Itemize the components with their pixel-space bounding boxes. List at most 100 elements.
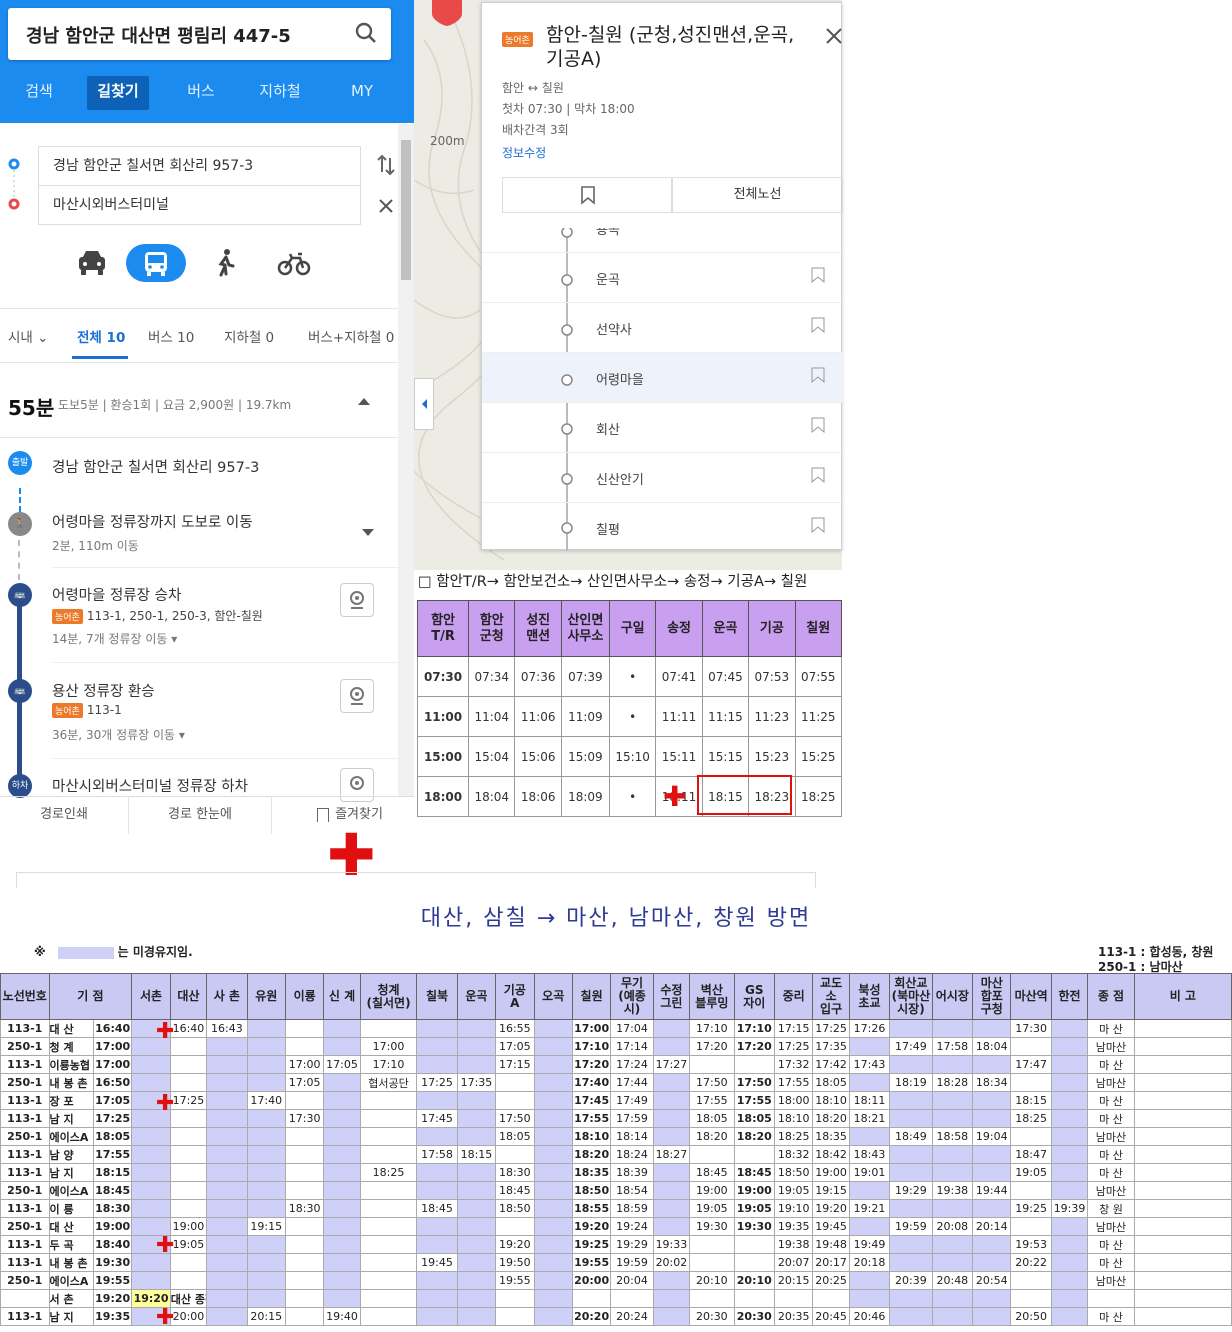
print-route-button[interactable]: 경로인쇄 <box>0 796 128 834</box>
expand-icon[interactable] <box>361 528 375 538</box>
table-cell: 19:05 <box>169 1235 208 1254</box>
table-cell: 17:59 <box>610 1109 654 1128</box>
legend-text: 는 미경유지임. <box>117 945 193 959</box>
destination-field[interactable]: 마산시외버스터미널 <box>38 185 361 225</box>
table-cell: 11:15 <box>701 696 750 737</box>
table-cell: 18:05 <box>733 1109 776 1128</box>
all-routes-button[interactable]: 전체노선 <box>672 177 843 213</box>
red-cross-mark: ✚ <box>156 1019 175 1044</box>
table-cell <box>1050 1127 1089 1146</box>
table-cell <box>533 1091 573 1110</box>
stop-name: 용곡 <box>596 228 620 238</box>
table-cell: 17:25 <box>92 1109 133 1128</box>
bookmark-icon[interactable] <box>811 517 825 533</box>
tab-directions[interactable]: 길찾기 <box>87 76 149 110</box>
filter-city[interactable]: 시내 ⌄ <box>8 326 48 346</box>
table-cell <box>1133 1235 1232 1254</box>
car-icon[interactable] <box>72 244 112 282</box>
filter-all[interactable]: 전체 10 <box>77 326 125 346</box>
board-step-label: 어령마을 정류장 승차 <box>52 588 182 604</box>
legend-swatch <box>57 946 114 959</box>
tab-search[interactable]: 검색 <box>14 76 64 110</box>
timetable-col-header: 무기 (예종시) <box>610 973 654 1020</box>
table-cell: 내 봉 촌 <box>48 1073 94 1092</box>
scrollbar[interactable] <box>398 124 414 796</box>
table-cell: 17:25 <box>812 1019 850 1038</box>
table-cell: 19:29 <box>610 1235 654 1254</box>
stop-item[interactable]: 운곡 <box>482 253 843 303</box>
table-cell <box>689 1145 735 1164</box>
table-cell <box>848 1217 891 1236</box>
table-cell: 18:28 <box>931 1073 974 1092</box>
table-cell <box>206 1307 248 1326</box>
panel-toggle[interactable] <box>414 378 434 430</box>
table-cell <box>889 1235 933 1254</box>
table-cell <box>733 1235 776 1254</box>
table-cell: 17:25 <box>169 1091 208 1110</box>
table-cell: 20:24 <box>610 1307 654 1326</box>
table-cell <box>1133 1019 1232 1038</box>
stop-item-highlighted[interactable]: 어령마을 <box>482 353 843 403</box>
popup-edit-link[interactable]: 정보수정 <box>502 144 546 161</box>
bookmark-icon[interactable] <box>811 417 825 433</box>
table-cell: 20:30 <box>733 1307 776 1326</box>
table-cell <box>131 1181 171 1200</box>
walk-icon[interactable] <box>206 244 246 282</box>
swap-icon[interactable] <box>377 154 395 176</box>
popup-bookmark-button[interactable] <box>502 177 672 213</box>
bookmark-icon[interactable] <box>811 467 825 483</box>
table-cell: 19:20 <box>92 1289 133 1308</box>
scrollbar-thumb[interactable] <box>401 140 411 280</box>
table-cell <box>169 1253 208 1272</box>
filter-bus-subway[interactable]: 버스+지하철 0 <box>308 326 394 346</box>
close-icon[interactable] <box>825 27 843 45</box>
table-cell: 16:40 <box>92 1019 133 1038</box>
clear-icon[interactable] <box>378 198 394 214</box>
stop-name: 운곡 <box>596 273 620 288</box>
stop-map-button[interactable] <box>340 583 374 617</box>
bookmark-icon[interactable] <box>811 267 825 283</box>
origin-field[interactable]: 경남 함안군 칠서면 회산리 957-3 <box>38 146 361 186</box>
stop-item[interactable]: 용곡 <box>482 228 843 253</box>
transfer-sub[interactable]: 36분, 30개 정류장 이동 ▾ <box>52 726 185 743</box>
table-cell: 남 지 <box>48 1307 94 1326</box>
route-overview-button[interactable]: 경로 한눈에 <box>128 796 272 834</box>
table-row: 113-1 이 룡 18:30 18:30 18:45 18:50 18:55 18:59 19… <box>0 1199 1232 1218</box>
tab-subway[interactable]: 지하철 <box>250 76 310 110</box>
transit-mode-button[interactable] <box>126 244 186 282</box>
table-cell: 20:00 <box>169 1307 208 1326</box>
table-cell: 19:40 <box>323 1307 361 1326</box>
search-query[interactable]: 경남 함안군 대산면 평림리 447-5 <box>26 22 291 48</box>
bookmark-icon[interactable] <box>811 367 825 383</box>
table-cell: 내 봉 촌 <box>48 1253 94 1272</box>
collapse-icon[interactable] <box>356 395 372 407</box>
map-marker-icon[interactable] <box>430 0 464 26</box>
stop-map-button[interactable] <box>340 679 374 713</box>
table-cell: 남마산 <box>1087 1181 1135 1200</box>
table-cell <box>889 1091 933 1110</box>
route-col-header: 운곡 <box>701 600 750 657</box>
table-cell: 17:49 <box>610 1091 654 1110</box>
table-cell: 18:25 <box>794 776 843 817</box>
board-sub[interactable]: 14분, 7개 정류장 이동 ▾ <box>52 630 177 647</box>
table-cell: 17:14 <box>610 1037 654 1056</box>
table-cell <box>323 1163 361 1182</box>
tab-bus[interactable]: 버스 <box>176 76 226 110</box>
bookmark-icon[interactable] <box>811 317 825 333</box>
table-cell <box>206 1091 248 1110</box>
red-cross-mark: ✚ <box>156 1091 175 1116</box>
search-box[interactable]: 경남 함안군 대산면 평림리 447-5 <box>8 8 391 60</box>
stop-item[interactable]: 회산 <box>482 403 843 453</box>
table-cell: 19:49 <box>848 1235 891 1254</box>
filter-subway[interactable]: 지하철 0 <box>224 326 274 346</box>
search-icon[interactable] <box>355 22 377 44</box>
bicycle-icon[interactable] <box>274 244 314 282</box>
filter-bus[interactable]: 버스 10 <box>148 326 194 346</box>
tab-my[interactable]: MY <box>340 76 384 110</box>
stop-item[interactable]: 신산안기 <box>482 453 843 503</box>
table-cell <box>1010 1073 1052 1092</box>
stop-item[interactable]: 칠평 <box>482 503 843 551</box>
table-cell <box>206 1289 248 1308</box>
stop-item[interactable]: 선약사 <box>482 303 843 353</box>
table-cell: 20:20 <box>571 1307 612 1326</box>
